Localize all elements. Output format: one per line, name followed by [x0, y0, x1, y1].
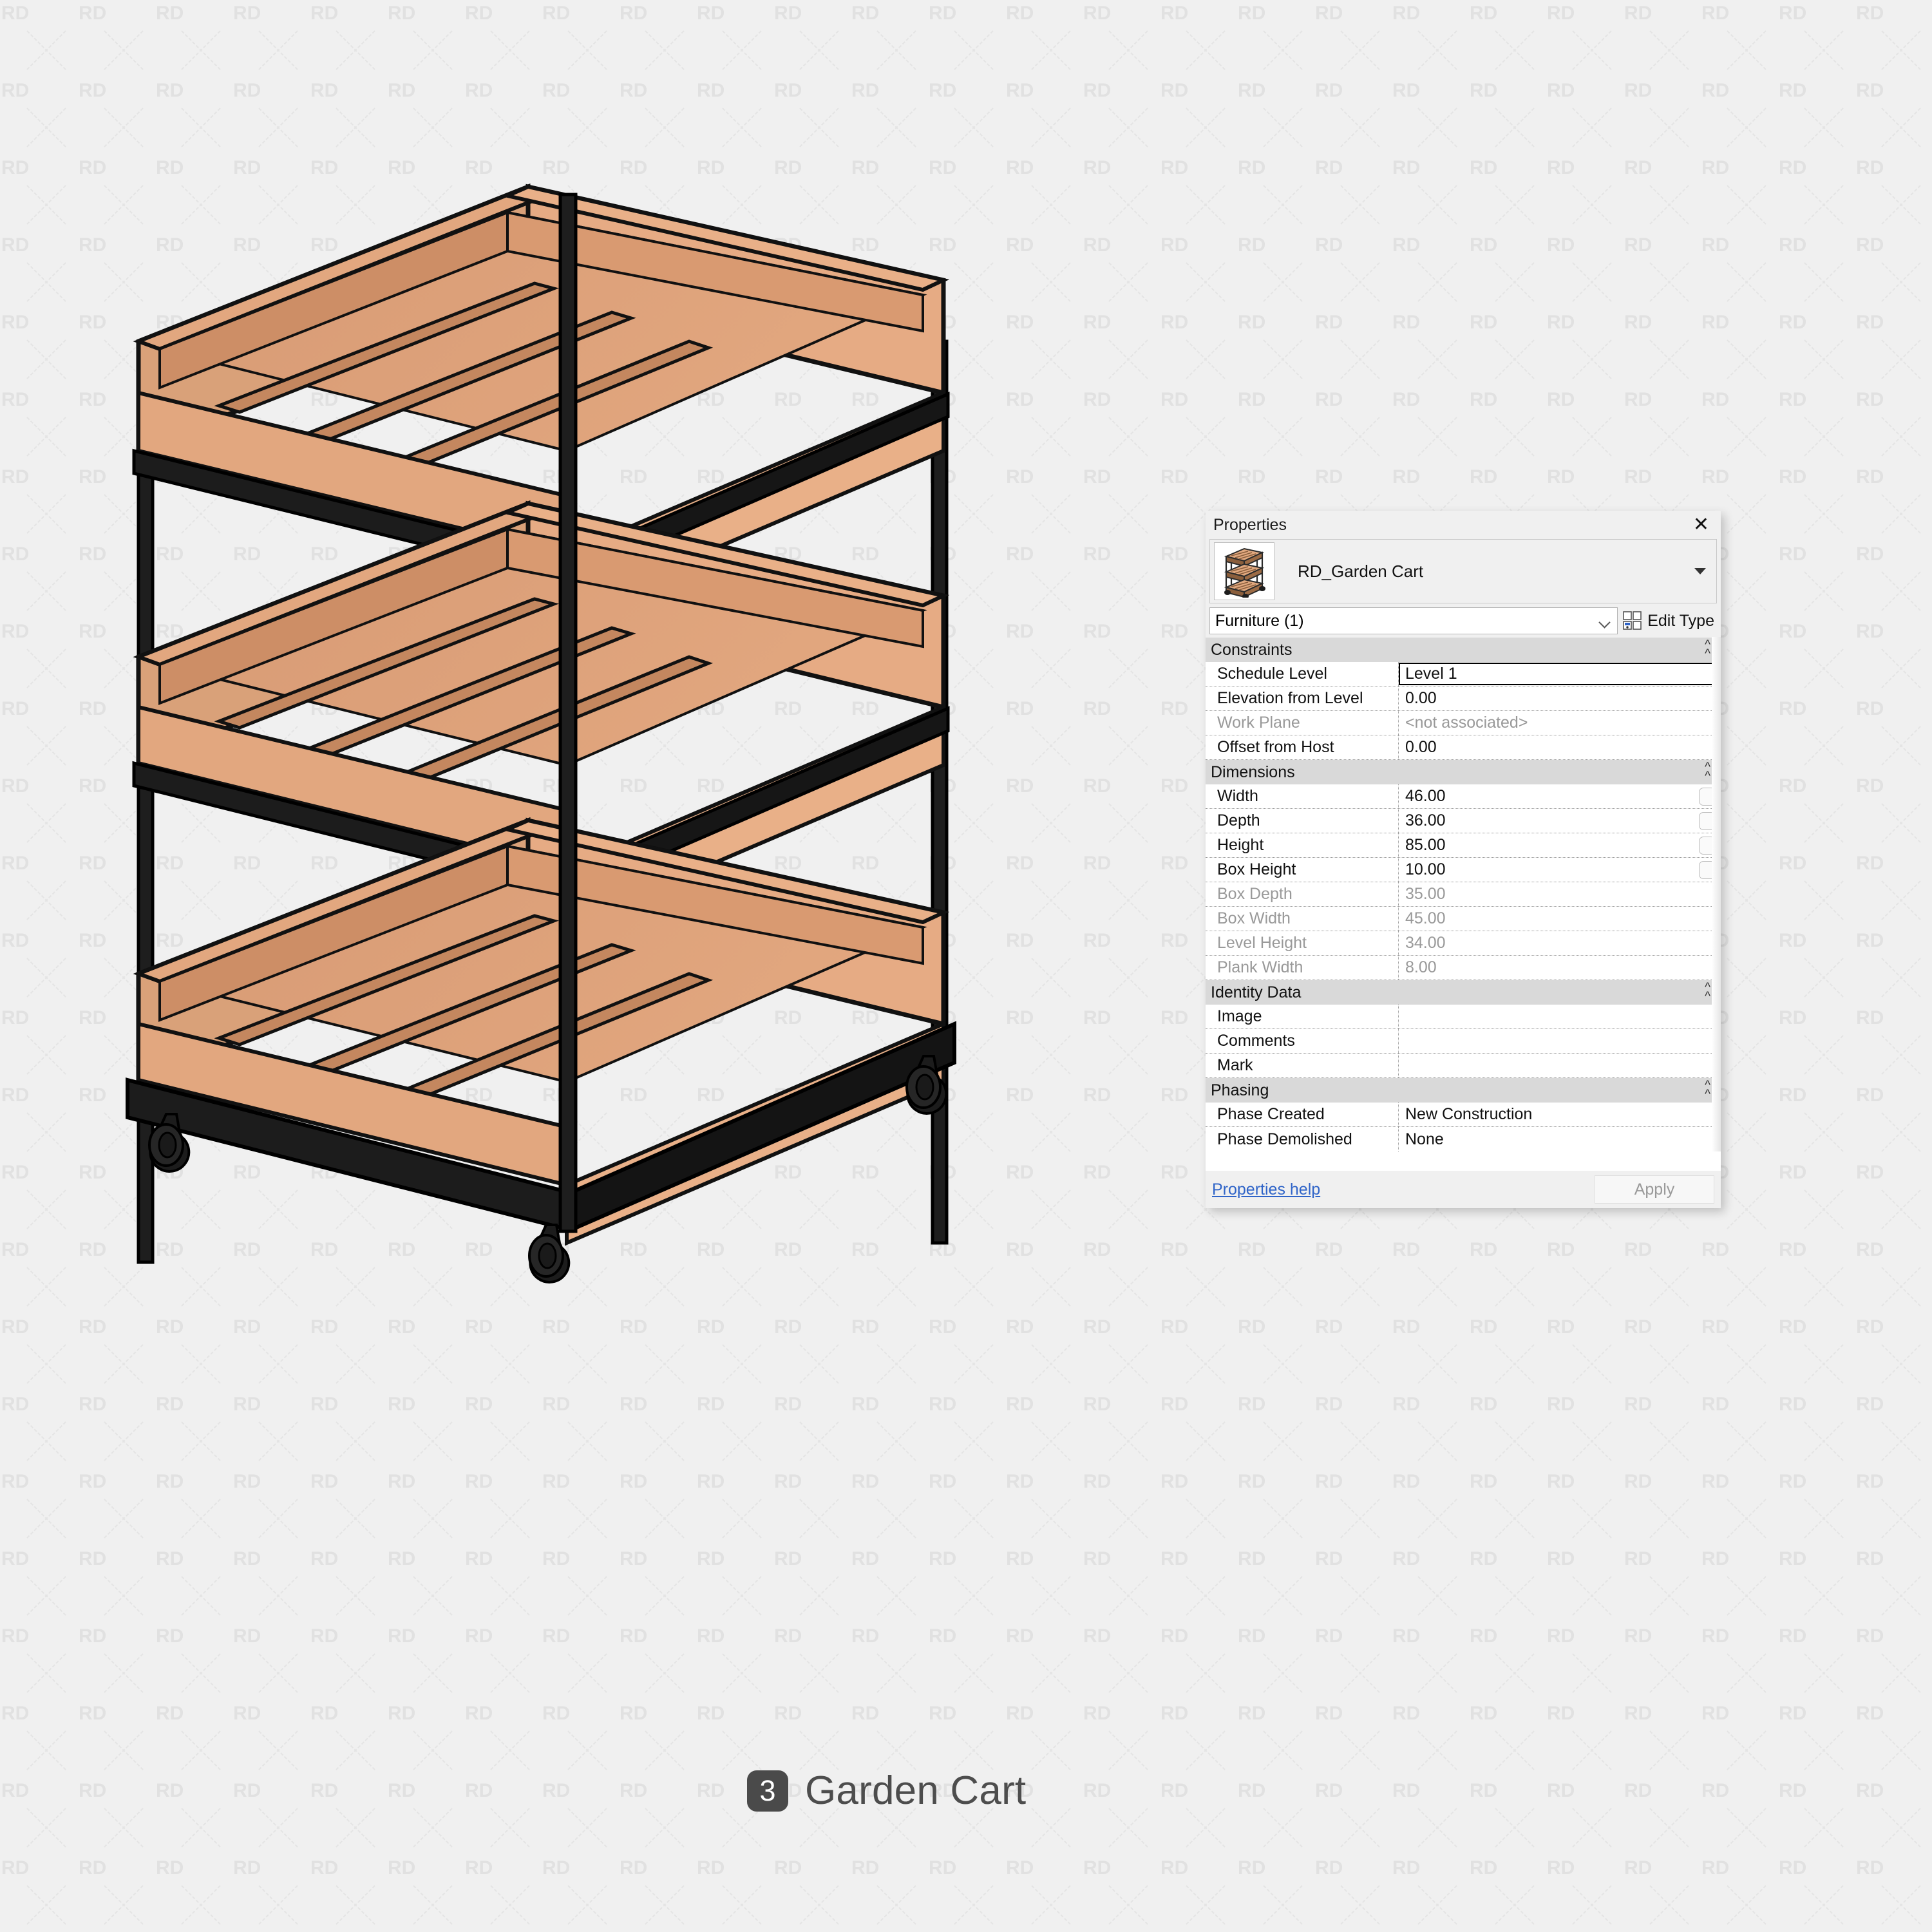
family-type-name: RD_Garden Cart [1298, 561, 1424, 581]
properties-panel[interactable]: Properties ✕ RD_Garden Cart Furniture (1… [1206, 511, 1721, 1208]
property-group-label: Constraints [1211, 640, 1293, 659]
property-key: Plank Width [1206, 956, 1399, 980]
property-row[interactable]: Image [1206, 1005, 1721, 1029]
property-key: Offset from Host [1206, 735, 1399, 759]
property-key: Width [1206, 784, 1399, 808]
property-value[interactable]: 0.00 [1399, 687, 1721, 710]
property-row[interactable]: Box Height 10.00 [1206, 858, 1721, 882]
category-select[interactable]: Furniture (1) [1209, 607, 1618, 634]
properties-footer: Properties help Apply [1206, 1171, 1721, 1208]
property-value[interactable]: 46.00 [1399, 784, 1721, 808]
property-key: Box Width [1206, 907, 1399, 931]
property-group-label: Phasing [1211, 1081, 1269, 1099]
property-key: Box Height [1206, 858, 1399, 882]
close-icon[interactable]: ✕ [1690, 515, 1712, 535]
property-value[interactable]: New Construction [1399, 1103, 1721, 1126]
property-key: Phase Created [1206, 1103, 1399, 1126]
property-key: Height [1206, 833, 1399, 857]
property-group-label: Identity Data [1211, 983, 1302, 1001]
property-value[interactable]: 34.00 [1399, 931, 1721, 955]
property-row[interactable]: Box Width 45.00 [1206, 907, 1721, 931]
property-group-label: Dimensions [1211, 762, 1295, 781]
property-value[interactable]: 36.00 [1399, 809, 1721, 833]
property-value[interactable] [1399, 1005, 1721, 1028]
chevron-up-icon[interactable]: ^ ^ [1705, 761, 1710, 783]
category-selector-row[interactable]: Furniture (1) Edit Type [1209, 607, 1717, 635]
panel-title: Properties [1213, 515, 1287, 534]
property-row[interactable]: Depth 36.00 [1206, 809, 1721, 833]
category-select-value: Furniture (1) [1215, 611, 1304, 630]
property-row[interactable]: Plank Width 8.00 [1206, 956, 1721, 980]
property-group-header[interactable]: Identity Data ^ ^ [1206, 980, 1721, 1005]
property-key: Image [1206, 1005, 1399, 1028]
property-value[interactable] [1399, 1029, 1721, 1053]
apply-button[interactable]: Apply [1595, 1175, 1714, 1204]
type-dropdown-caret-icon[interactable] [1694, 568, 1706, 574]
edit-type-label: Edit Type [1647, 611, 1714, 630]
property-value[interactable]: 10.00 [1399, 858, 1721, 882]
property-key: Schedule Level [1206, 662, 1399, 686]
property-key: Depth [1206, 809, 1399, 833]
caption-badge: 3 [747, 1770, 788, 1812]
property-value[interactable]: 45.00 [1399, 907, 1721, 931]
property-key: Box Depth [1206, 882, 1399, 906]
property-row[interactable]: Level Height 34.00 [1206, 931, 1721, 956]
property-value[interactable]: None [1399, 1127, 1721, 1151]
chevron-up-icon[interactable]: ^ ^ [1705, 1079, 1710, 1101]
properties-help-link[interactable]: Properties help [1212, 1180, 1320, 1199]
caption-title: Garden Cart [805, 1768, 1027, 1813]
edit-type-icon [1623, 611, 1642, 630]
table-bottom-filler [1206, 1151, 1721, 1171]
property-row[interactable]: Phase Created New Construction [1206, 1103, 1721, 1127]
property-row[interactable]: Offset from Host 0.00 [1206, 735, 1721, 760]
property-value[interactable]: 8.00 [1399, 956, 1721, 980]
property-group-header[interactable]: Phasing ^ ^ [1206, 1078, 1721, 1103]
chevron-up-icon[interactable]: ^ ^ [1705, 981, 1710, 1003]
family-thumbnail [1214, 542, 1274, 600]
property-row[interactable]: Schedule Level Level 1 [1206, 662, 1721, 687]
chevron-up-icon[interactable]: ^ ^ [1705, 639, 1710, 661]
property-group-header[interactable]: Dimensions ^ ^ [1206, 760, 1721, 784]
vertical-scrollbar[interactable] [1712, 637, 1721, 1151]
type-selector-bar[interactable]: RD_Garden Cart [1209, 539, 1717, 603]
chevron-down-icon [1600, 618, 1611, 624]
property-value[interactable]: <not associated> [1399, 711, 1721, 735]
property-key: Work Plane [1206, 711, 1399, 735]
property-value[interactable]: 85.00 [1399, 833, 1721, 857]
property-value[interactable] [1399, 1054, 1721, 1077]
property-row[interactable]: Width 46.00 [1206, 784, 1721, 809]
garden-cart-3d-model[interactable] [116, 148, 1050, 1604]
property-key: Phase Demolished [1206, 1127, 1399, 1151]
property-row[interactable]: Elevation from Level 0.00 [1206, 687, 1721, 711]
property-row[interactable]: Phase Demolished None [1206, 1127, 1721, 1151]
property-value[interactable]: 35.00 [1399, 882, 1721, 906]
properties-titlebar: Properties ✕ [1206, 511, 1721, 539]
property-group-header[interactable]: Constraints ^ ^ [1206, 638, 1721, 662]
property-value[interactable]: Level 1 [1399, 663, 1717, 685]
property-row[interactable]: Mark [1206, 1054, 1721, 1078]
property-row[interactable]: Box Depth 35.00 [1206, 882, 1721, 907]
property-key: Comments [1206, 1029, 1399, 1053]
edit-type-button[interactable]: Edit Type [1623, 611, 1717, 630]
property-key: Mark [1206, 1054, 1399, 1077]
property-row[interactable]: Height 85.00 [1206, 833, 1721, 858]
property-row[interactable]: Work Plane <not associated> [1206, 711, 1721, 735]
property-key: Level Height [1206, 931, 1399, 955]
property-key: Elevation from Level [1206, 687, 1399, 710]
property-row[interactable]: Comments [1206, 1029, 1721, 1054]
properties-table[interactable]: Constraints ^ ^ Schedule Level Level 1 Elevat… [1206, 638, 1721, 1151]
property-value[interactable]: 0.00 [1399, 735, 1721, 759]
caption: 3 Garden Cart [747, 1768, 1026, 1814]
